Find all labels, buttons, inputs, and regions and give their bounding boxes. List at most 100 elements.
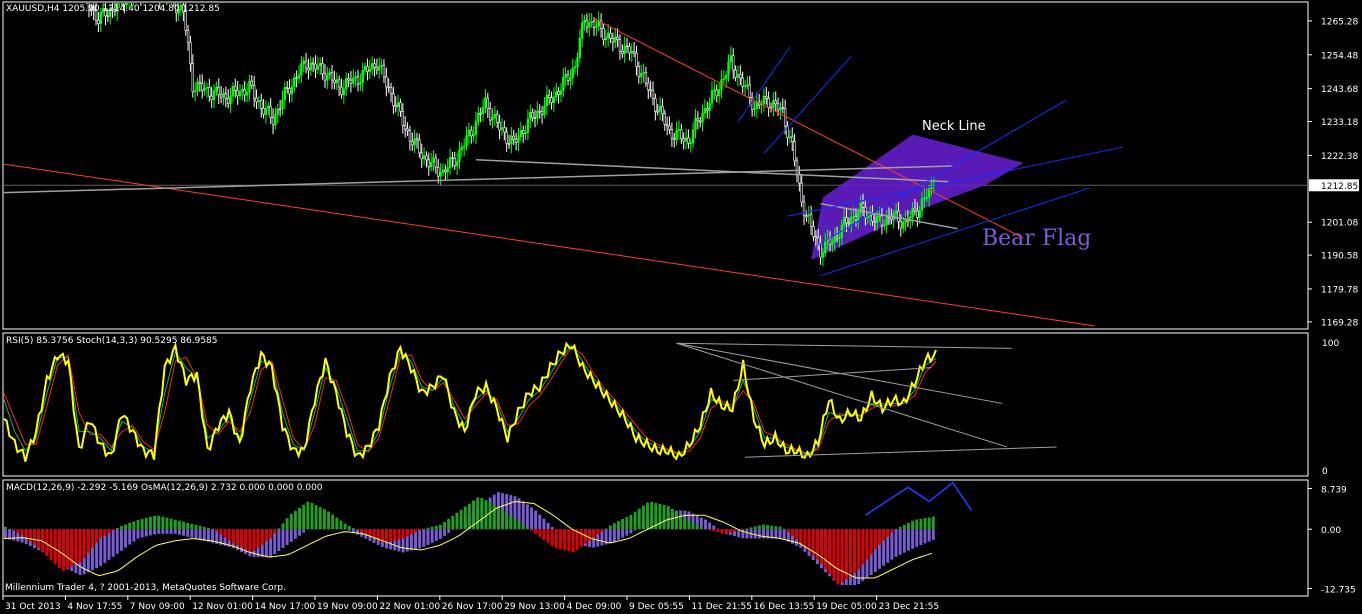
trading-chart[interactable]: 1265.28 1254.48 1243.68 1233.18 1222.38 1212.… <box>0 0 1362 614</box>
osma-bar <box>227 529 231 541</box>
osma-bar <box>554 529 558 549</box>
osma-bar <box>902 524 906 530</box>
osma-bar <box>886 529 890 537</box>
candle-body <box>774 100 777 105</box>
macd-bar <box>298 529 301 536</box>
candle-body <box>524 132 527 134</box>
candle-body <box>276 108 279 115</box>
osma-bar <box>107 529 111 534</box>
macd-bar <box>550 526 554 530</box>
candle-body <box>583 19 586 23</box>
candle-body <box>512 135 515 140</box>
candle-body <box>260 100 263 109</box>
osma-bar <box>409 529 413 535</box>
osma-bar <box>782 528 786 530</box>
candle-body <box>257 100 261 103</box>
candle-body <box>550 97 553 103</box>
osma-bar <box>430 526 434 530</box>
candle-body <box>578 38 582 59</box>
osma-bar <box>513 518 517 530</box>
osma-bar <box>629 514 633 530</box>
candle-body <box>559 90 563 95</box>
candle-body <box>569 77 572 81</box>
osma-bar <box>509 515 513 530</box>
macd-bar <box>600 529 604 546</box>
osma-bar <box>16 529 20 533</box>
candle-body <box>847 222 851 225</box>
osma-bar <box>530 529 533 531</box>
candle-body <box>682 138 685 142</box>
candle-body <box>243 89 246 96</box>
osma-bar <box>770 525 774 530</box>
candle-body <box>809 214 813 227</box>
osma-bar <box>675 512 678 530</box>
osma-bar <box>579 529 583 547</box>
macd-bar <box>778 529 782 539</box>
time-tick-label: 14 Nov 17:00 <box>255 602 316 612</box>
osma-bar <box>476 497 480 530</box>
candle-body <box>916 210 919 218</box>
osma-bar <box>61 529 65 571</box>
macd-bar <box>107 529 111 560</box>
candle-body <box>828 238 832 246</box>
macd-bar <box>902 529 906 553</box>
candle-body <box>529 111 532 120</box>
macd-bar <box>534 510 538 530</box>
candle-body <box>252 84 256 99</box>
macd-bar <box>144 529 148 537</box>
candle-body <box>644 72 648 84</box>
macd-bar <box>161 529 165 534</box>
candle-body <box>474 120 478 135</box>
osma-bar <box>414 529 417 533</box>
candle-body <box>531 111 534 118</box>
candle-body <box>215 86 218 92</box>
osma-bar <box>82 529 86 559</box>
osma-bar <box>66 529 70 569</box>
candle-body <box>661 106 664 114</box>
osma-bar <box>869 529 873 555</box>
candle-body <box>297 74 301 79</box>
candle-body <box>885 216 888 226</box>
candle-body <box>614 36 617 43</box>
candle-body <box>238 90 242 97</box>
candle-body <box>748 84 751 98</box>
osma-bar <box>567 529 571 552</box>
osma-bar <box>4 526 7 530</box>
candle-body <box>392 93 395 106</box>
osma-bar <box>728 529 732 533</box>
candle-body <box>222 93 225 98</box>
candle-body <box>545 94 549 107</box>
candle-body <box>316 65 320 70</box>
price-tick-label: 1265.28 <box>1321 17 1358 27</box>
candle-body <box>481 106 485 114</box>
osma-bar <box>778 526 782 530</box>
osma-bar <box>281 523 285 530</box>
candle-body <box>588 21 591 28</box>
candle-body <box>656 110 659 113</box>
candle-body <box>451 157 454 159</box>
candle-body <box>472 134 475 137</box>
candle-body <box>630 51 633 54</box>
candle-body <box>590 21 593 23</box>
time-tick-label: 7 Nov 09:00 <box>130 602 185 612</box>
candle-body <box>637 66 641 78</box>
candle-body <box>328 72 331 76</box>
candle-body <box>736 74 740 78</box>
osma-bar <box>277 528 281 530</box>
bear-flag-label: Bear Flag <box>982 226 1092 251</box>
osma-bar <box>923 518 927 530</box>
candle-body <box>526 118 530 133</box>
osma-bar <box>687 520 691 530</box>
candle-body <box>710 90 714 104</box>
candle-body <box>755 101 759 109</box>
price-tick-label: 1222.38 <box>1321 152 1358 162</box>
candle-body <box>302 60 305 64</box>
candle-body <box>271 117 275 126</box>
osma-bar <box>182 521 186 530</box>
osma-bar <box>285 518 289 530</box>
candle-body <box>602 28 605 41</box>
candle-body <box>300 63 303 76</box>
macd-bar <box>148 529 152 536</box>
osma-bar <box>302 504 306 530</box>
candle-body <box>658 106 662 112</box>
